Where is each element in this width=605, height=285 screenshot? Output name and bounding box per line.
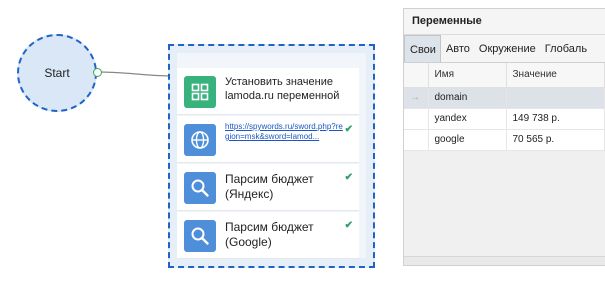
start-label: Start xyxy=(44,66,70,80)
table-row[interactable]: yandex 149 738 р. xyxy=(404,108,605,130)
row-marker xyxy=(404,108,429,130)
action-url-link[interactable]: https://spywords.ru/sword.php?region=msk… xyxy=(225,122,345,142)
table-row[interactable]: google 70 565 р. xyxy=(404,129,605,151)
action-label: Установить значение lamoda.ru переменной xyxy=(225,76,340,102)
action-parse-yandex[interactable]: Парсим бюджет (Яндекс) ✔ xyxy=(177,164,359,211)
variable-value[interactable]: 70 565 р. xyxy=(506,129,605,151)
row-marker-header xyxy=(404,63,429,88)
panel-footer xyxy=(404,256,605,265)
variables-table: Имя Значение → domain yandex 149 738 р. … xyxy=(404,63,605,151)
tab-environment[interactable]: Окружение xyxy=(474,35,540,62)
action-group[interactable]: Установить значение lamoda.ru переменной… xyxy=(168,44,375,268)
variable-value[interactable]: 149 738 р. xyxy=(506,108,605,130)
output-port[interactable] xyxy=(93,68,102,77)
variable-value[interactable] xyxy=(506,87,605,109)
action-label: Парсим бюджет (Яндекс) xyxy=(225,172,314,201)
action-set-variable[interactable]: Установить значение lamoda.ru переменной xyxy=(177,68,359,115)
start-node[interactable]: Start xyxy=(17,34,97,112)
variable-name[interactable]: domain xyxy=(428,87,507,109)
variable-name[interactable]: yandex xyxy=(428,108,507,130)
flow-canvas[interactable]: Start Установить значение lamoda.ru пере… xyxy=(0,0,395,285)
action-parse-google[interactable]: Парсим бюджет (Google) ✔ xyxy=(177,212,359,259)
panel-tabs: Свои Авто Окружение Глобаль xyxy=(404,35,605,63)
grid-icon xyxy=(184,76,216,108)
tab-global[interactable]: Глобаль xyxy=(540,35,591,62)
tab-auto[interactable]: Авто xyxy=(441,35,474,62)
search-icon xyxy=(184,220,216,252)
globe-icon xyxy=(184,124,216,156)
variables-panel: Переменные Свои Авто Окружение Глобаль И… xyxy=(403,8,605,266)
row-marker xyxy=(404,129,429,151)
action-open-url[interactable]: https://spywords.ru/sword.php?region=msk… xyxy=(177,116,359,163)
row-arrow-icon: → xyxy=(404,87,429,109)
variable-name[interactable]: google xyxy=(428,129,507,151)
check-icon: ✔ xyxy=(344,172,353,183)
action-label: Парсим бюджет (Google) xyxy=(225,220,314,249)
check-icon: ✔ xyxy=(344,124,353,135)
table-row[interactable]: → domain xyxy=(404,87,605,109)
column-header-name[interactable]: Имя xyxy=(428,63,507,88)
tab-own[interactable]: Свои xyxy=(404,35,441,62)
column-header-value[interactable]: Значение xyxy=(506,63,605,88)
check-icon: ✔ xyxy=(344,220,353,231)
panel-title: Переменные xyxy=(404,9,605,35)
search-icon xyxy=(184,172,216,204)
